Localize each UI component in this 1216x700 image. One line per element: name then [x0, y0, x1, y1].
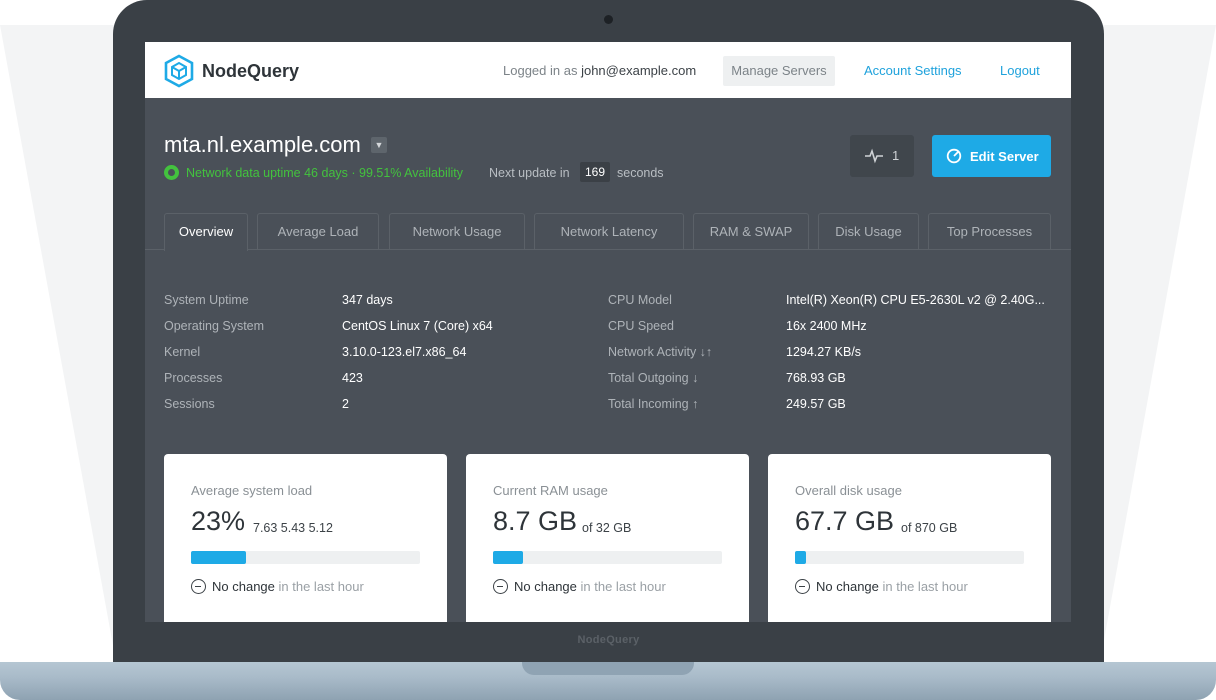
pulse-icon: [865, 148, 883, 164]
camera-dot: [604, 15, 613, 24]
change-status-main: No change: [212, 579, 275, 594]
info-label-processes: Processes: [164, 371, 223, 385]
laptop-notch: [522, 662, 694, 675]
info-value-system-uptime: 347 days: [342, 293, 393, 307]
card-sub-value: of 32 GB: [582, 521, 632, 535]
card-average-load: Average system load 23% 7.63 5.43 5.12 N…: [164, 454, 447, 622]
tab-average-load[interactable]: Average Load: [257, 213, 379, 250]
info-value-operating-system: CentOS Linux 7 (Core) x64: [342, 319, 493, 333]
progress-fill: [191, 551, 246, 564]
user-email: john@example.com: [581, 63, 697, 78]
edit-server-button[interactable]: Edit Server: [932, 135, 1051, 177]
info-value-cpu-speed: 16x 2400 MHz: [786, 319, 867, 333]
tab-bar: Overview Average Load Network Usage Netw…: [145, 213, 1071, 251]
tab-ram-swap[interactable]: RAM & SWAP: [693, 213, 809, 250]
info-label-system-uptime: System Uptime: [164, 293, 249, 307]
card-main-value: 23%: [191, 506, 246, 536]
info-label-network-activity: Network Activity ↓↑: [608, 345, 713, 359]
alerts-count: 1: [892, 148, 900, 163]
change-status-period: in the last hour: [580, 579, 666, 594]
screen: NodeQuery Logged in as john@example.com …: [145, 42, 1071, 622]
info-label-cpu-speed: CPU Speed: [608, 319, 675, 333]
logout-link[interactable]: Logout: [1000, 63, 1040, 78]
minus-circle-icon: [493, 579, 508, 594]
card-title: Overall disk usage: [795, 483, 902, 498]
progress-fill: [795, 551, 807, 564]
bezel-brand: NodeQuery: [577, 634, 640, 646]
change-status-main: No change: [514, 579, 577, 594]
chevron-down-icon[interactable]: ▼: [371, 137, 387, 153]
change-status-period: in the last hour: [882, 579, 968, 594]
status-dot-icon: [164, 165, 179, 180]
info-value-sessions: 2: [342, 397, 349, 411]
progress-track: [191, 551, 420, 564]
info-label-total-incoming: Total Incoming ↑: [608, 397, 699, 411]
tab-disk-usage[interactable]: Disk Usage: [818, 213, 919, 250]
top-navbar: NodeQuery Logged in as john@example.com …: [145, 42, 1071, 98]
manage-servers-link[interactable]: Manage Servers: [723, 56, 835, 86]
next-update-label: Next update in: [489, 166, 570, 180]
tab-network-latency[interactable]: Network Latency: [534, 213, 684, 250]
edit-server-label: Edit Server: [970, 149, 1039, 164]
card-title: Current RAM usage: [493, 483, 608, 498]
alerts-button[interactable]: 1: [850, 135, 914, 177]
info-value-processes: 423: [342, 371, 363, 385]
tab-network-usage[interactable]: Network Usage: [389, 213, 525, 250]
card-sub-value: of 870 GB: [901, 521, 958, 535]
card-main-value: 67.7 GB: [795, 506, 895, 536]
tab-overview[interactable]: Overview: [164, 213, 248, 251]
info-label-cpu-model: CPU Model: [608, 293, 672, 307]
logged-in-status: Logged in as john@example.com: [503, 63, 696, 78]
minus-circle-icon: [191, 579, 206, 594]
progress-track: [493, 551, 722, 564]
change-status: No change in the last hour: [493, 579, 666, 594]
info-value-kernel: 3.10.0-123.el7.x86_64: [342, 345, 467, 359]
progress-track: [795, 551, 1024, 564]
change-status-main: No change: [816, 579, 879, 594]
info-value-cpu-model: Intel(R) Xeon(R) CPU E5-2630L v2 @ 2.40G…: [786, 293, 1045, 307]
info-label-operating-system: Operating System: [164, 319, 265, 333]
change-status: No change in the last hour: [795, 579, 968, 594]
progress-fill: [493, 551, 523, 564]
info-value-total-incoming: 249.57 GB: [786, 397, 846, 411]
change-status-period: in the last hour: [278, 579, 364, 594]
card-ram-usage: Current RAM usage 8.7 GB of 32 GB No cha…: [466, 454, 749, 622]
change-status: No change in the last hour: [191, 579, 364, 594]
info-label-total-outgoing: Total Outgoing ↓: [608, 371, 699, 385]
minus-circle-icon: [795, 579, 810, 594]
next-update-unit: seconds: [617, 166, 664, 180]
info-label-kernel: Kernel: [164, 345, 201, 359]
card-title: Average system load: [191, 483, 313, 498]
logged-in-prefix: Logged in as: [503, 63, 578, 78]
info-label-sessions: Sessions: [164, 397, 215, 411]
edit-gauge-icon: [946, 148, 962, 164]
info-value-total-outgoing: 768.93 GB: [786, 371, 846, 385]
card-sub-value: 7.63 5.43 5.12: [253, 521, 333, 535]
next-update-countdown: 169: [580, 162, 610, 182]
brand-name[interactable]: NodeQuery: [202, 61, 299, 82]
uptime-availability: Network data uptime 46 days · 99.51% Ava…: [186, 166, 464, 180]
account-settings-link[interactable]: Account Settings: [864, 63, 962, 78]
card-main-value: 8.7 GB: [493, 506, 578, 536]
card-disk-usage: Overall disk usage 67.7 GB of 870 GB No …: [768, 454, 1051, 622]
tab-top-processes[interactable]: Top Processes: [928, 213, 1051, 250]
nodequery-logo-icon[interactable]: [163, 54, 195, 88]
server-hostname: mta.nl.example.com: [164, 132, 361, 157]
info-value-network-activity: 1294.27 KB/s: [786, 345, 862, 359]
